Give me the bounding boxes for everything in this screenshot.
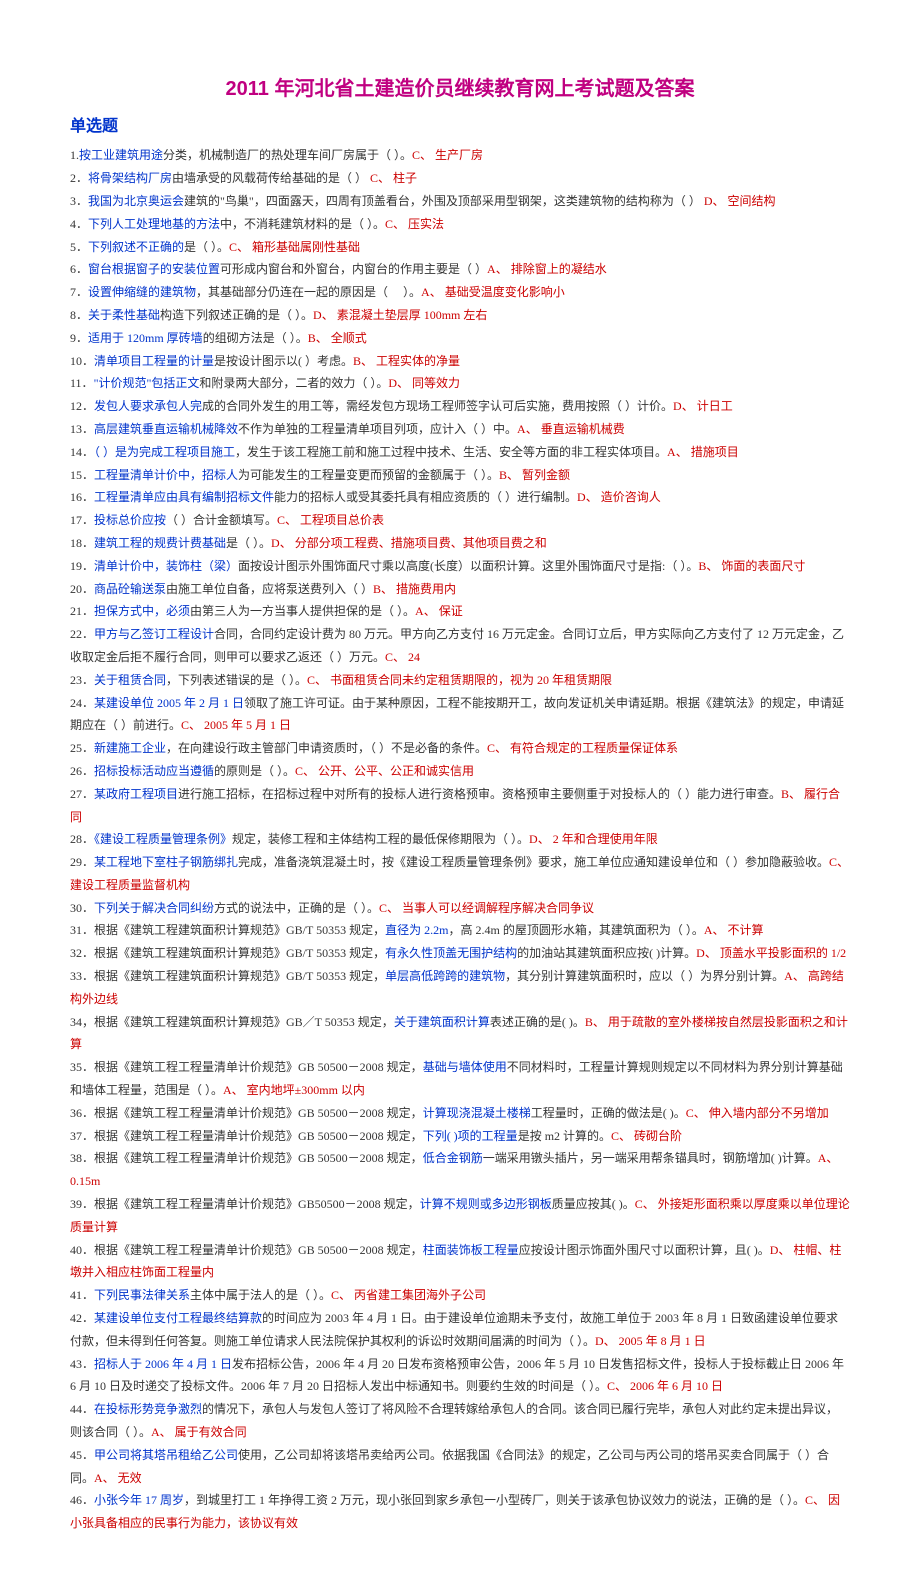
question-item: 27．某政府工程项目进行施工招标，在招标过程中对所有的投标人进行资格预审。资格预… <box>70 783 850 829</box>
question-item: 42．某建设单位支付工程最终结算款的时间应为 2003 年 4 月 1 日。由于… <box>70 1307 850 1353</box>
question-item: 15．工程量清单计价中，招标人为可能发生的工程量变更而预留的金额属于（ ）。B、… <box>70 464 850 487</box>
question-item: 33．根据《建筑工程建筑面积计算规范》GB/T 50353 规定，单层高低跨跨的… <box>70 965 850 1011</box>
question-list: 1.按工业建筑用途分类，机械制造厂的热处理车间厂房属于（ ）。C、 生产厂房2．… <box>70 144 850 1535</box>
question-item: 23．关于租赁合同，下列表述错误的是（ ）。C、 书面租赁合同未约定租赁期限的，… <box>70 669 850 692</box>
question-item: 4．下列人工处理地基的方法中，不消耗建筑材料的是（ ）。C、 压实法 <box>70 213 850 236</box>
question-item: 5．下列叙述不正确的是（ ）。C、 箱形基础属刚性基础 <box>70 236 850 259</box>
question-item: 40．根据《建筑工程工程量清单计价规范》GB 50500－2008 规定，柱面装… <box>70 1239 850 1285</box>
question-item: 8．关于柔性基础构造下列叙述正确的是（ ）。D、 素混凝土垫层厚 100mm 左… <box>70 304 850 327</box>
question-item: 19．清单计价中，装饰柱（梁）面按设计图示外围饰面尺寸乘以高度(长度）以面积计算… <box>70 555 850 578</box>
question-item: 26．招标投标活动应当遵循的原则是（ ）。C、 公开、公平、公正和诚实信用 <box>70 760 850 783</box>
question-item: 30．下列关于解决合同纠纷方式的说法中，正确的是（ ）。C、 当事人可以经调解程… <box>70 897 850 920</box>
question-item: 38．根据《建筑工程工程量清单计价规范》GB 50500－2008 规定，低合金… <box>70 1147 850 1193</box>
question-item: 3．我国为北京奥运会建筑的"鸟巢"，四面露天，四周有顶盖看台，外围及顶部采用型钢… <box>70 190 850 213</box>
question-item: 28．《建设工程质量管理条例》规定，装修工程和主体结构工程的最低保修期限为（ ）… <box>70 828 850 851</box>
question-item: 11．"计价规范"包括正文和附录两大部分，二者的效力（ ）。D、 同等效力 <box>70 372 850 395</box>
question-item: 31．根据《建筑工程建筑面积计算规范》GB/T 50353 规定，直径为 2.2… <box>70 919 850 942</box>
question-item: 25．新建施工企业，在向建设行政主管部门申请资质时，（ ）不是必备的条件。C、 … <box>70 737 850 760</box>
question-item: 22．甲方与乙签订工程设计合同，合同约定设计费为 80 万元。甲方向乙方支付 1… <box>70 623 850 669</box>
question-item: 9．适用于 120mm 厚砖墙的组砌方法是（ ）。B、 全顺式 <box>70 327 850 350</box>
question-item: 24．某建设单位 2005 年 2 月 1 日领取了施工许可证。由于某种原因，工… <box>70 692 850 738</box>
question-item: 29．某工程地下室柱子钢筋绑扎完成，准备浇筑混凝土时，按《建设工程质量管理条例》… <box>70 851 850 897</box>
question-item: 2．将骨架结构厂房由墙承受的风载荷传给基础的是（ ） C、 柱子 <box>70 167 850 190</box>
question-item: 10．清单项目工程量的计量是按设计图示以( ）考虑。B、 工程实体的净量 <box>70 350 850 373</box>
question-item: 32．根据《建筑工程建筑面积计算规范》GB/T 50353 规定，有永久性顶盖无… <box>70 942 850 965</box>
question-item: 21．担保方式中，必须由第三人为一方当事人提供担保的是（ ）。A、 保证 <box>70 600 850 623</box>
question-item: 12．发包人要求承包人完成的合同外发生的用工等，需经发包方现场工程师签字认可后实… <box>70 395 850 418</box>
question-item: 1.按工业建筑用途分类，机械制造厂的热处理车间厂房属于（ ）。C、 生产厂房 <box>70 144 850 167</box>
question-item: 13．高层建筑垂直运输机械降效不作为单独的工程量清单项目列项，应计入（ ）中。A… <box>70 418 850 441</box>
question-item: 44．在投标形势竞争激烈的情况下，承包人与发包人签订了将风险不合理转嫁给承包人的… <box>70 1398 850 1444</box>
section-heading: 单选题 <box>70 112 850 142</box>
question-item: 7．设置伸缩缝的建筑物，其基础部分仍连在一起的原因是（ ）。A、 基础受温度变化… <box>70 281 850 304</box>
question-item: 41．下列民事法律关系主体中属于法人的是（ ）。C、 丙省建工集团海外子公司 <box>70 1284 850 1307</box>
question-item: 46．小张今年 17 周岁，到城里打工 1 年挣得工资 2 万元，现小张回到家乡… <box>70 1489 850 1535</box>
question-item: 17．投标总价应按（ ）合计金额填写。C、 工程项目总价表 <box>70 509 850 532</box>
page-title: 2011 年河北省土建造价员继续教育网上考试题及答案 <box>70 70 850 108</box>
question-item: 20．商品砼输送泵由施工单位自备，应将泵送费列入（ ）B、 措施费用内 <box>70 578 850 601</box>
question-item: 37．根据《建筑工程工程量清单计价规范》GB 50500－2008 规定，下列(… <box>70 1125 850 1148</box>
question-item: 45．甲公司将其塔吊租给乙公司使用，乙公司却将该塔吊卖给丙公司。依据我国《合同法… <box>70 1444 850 1490</box>
question-item: 18．建筑工程的规费计费基础是（ ）。D、 分部分项工程费、措施项目费、其他项目… <box>70 532 850 555</box>
question-item: 43．招标人于 2006 年 4 月 1 日发布招标公告，2006 年 4 月 … <box>70 1353 850 1399</box>
question-item: 35．根据《建筑工程工程量清单计价规范》GB 50500－2008 规定，基础与… <box>70 1056 850 1102</box>
question-item: 16．工程量清单应由具有编制招标文件能力的招标人或受其委托具有相应资质的（ ）进… <box>70 486 850 509</box>
question-item: 6．窗台根据窗子的安装位置可形成内窗台和外窗台，内窗台的作用主要是（ ）A、 排… <box>70 258 850 281</box>
question-item: 34，根据《建筑工程建筑面积计算规范》GB／T 50353 规定，关于建筑面积计… <box>70 1011 850 1057</box>
question-item: 39．根据《建筑工程工程量清单计价规范》GB50500－2008 规定，计算不规… <box>70 1193 850 1239</box>
question-item: 14．（ ）是为完成工程项目施工，发生于该工程施工前和施工过程中技术、生活、安全… <box>70 441 850 464</box>
question-item: 36．根据《建筑工程工程量清单计价规范》GB 50500－2008 规定，计算现… <box>70 1102 850 1125</box>
